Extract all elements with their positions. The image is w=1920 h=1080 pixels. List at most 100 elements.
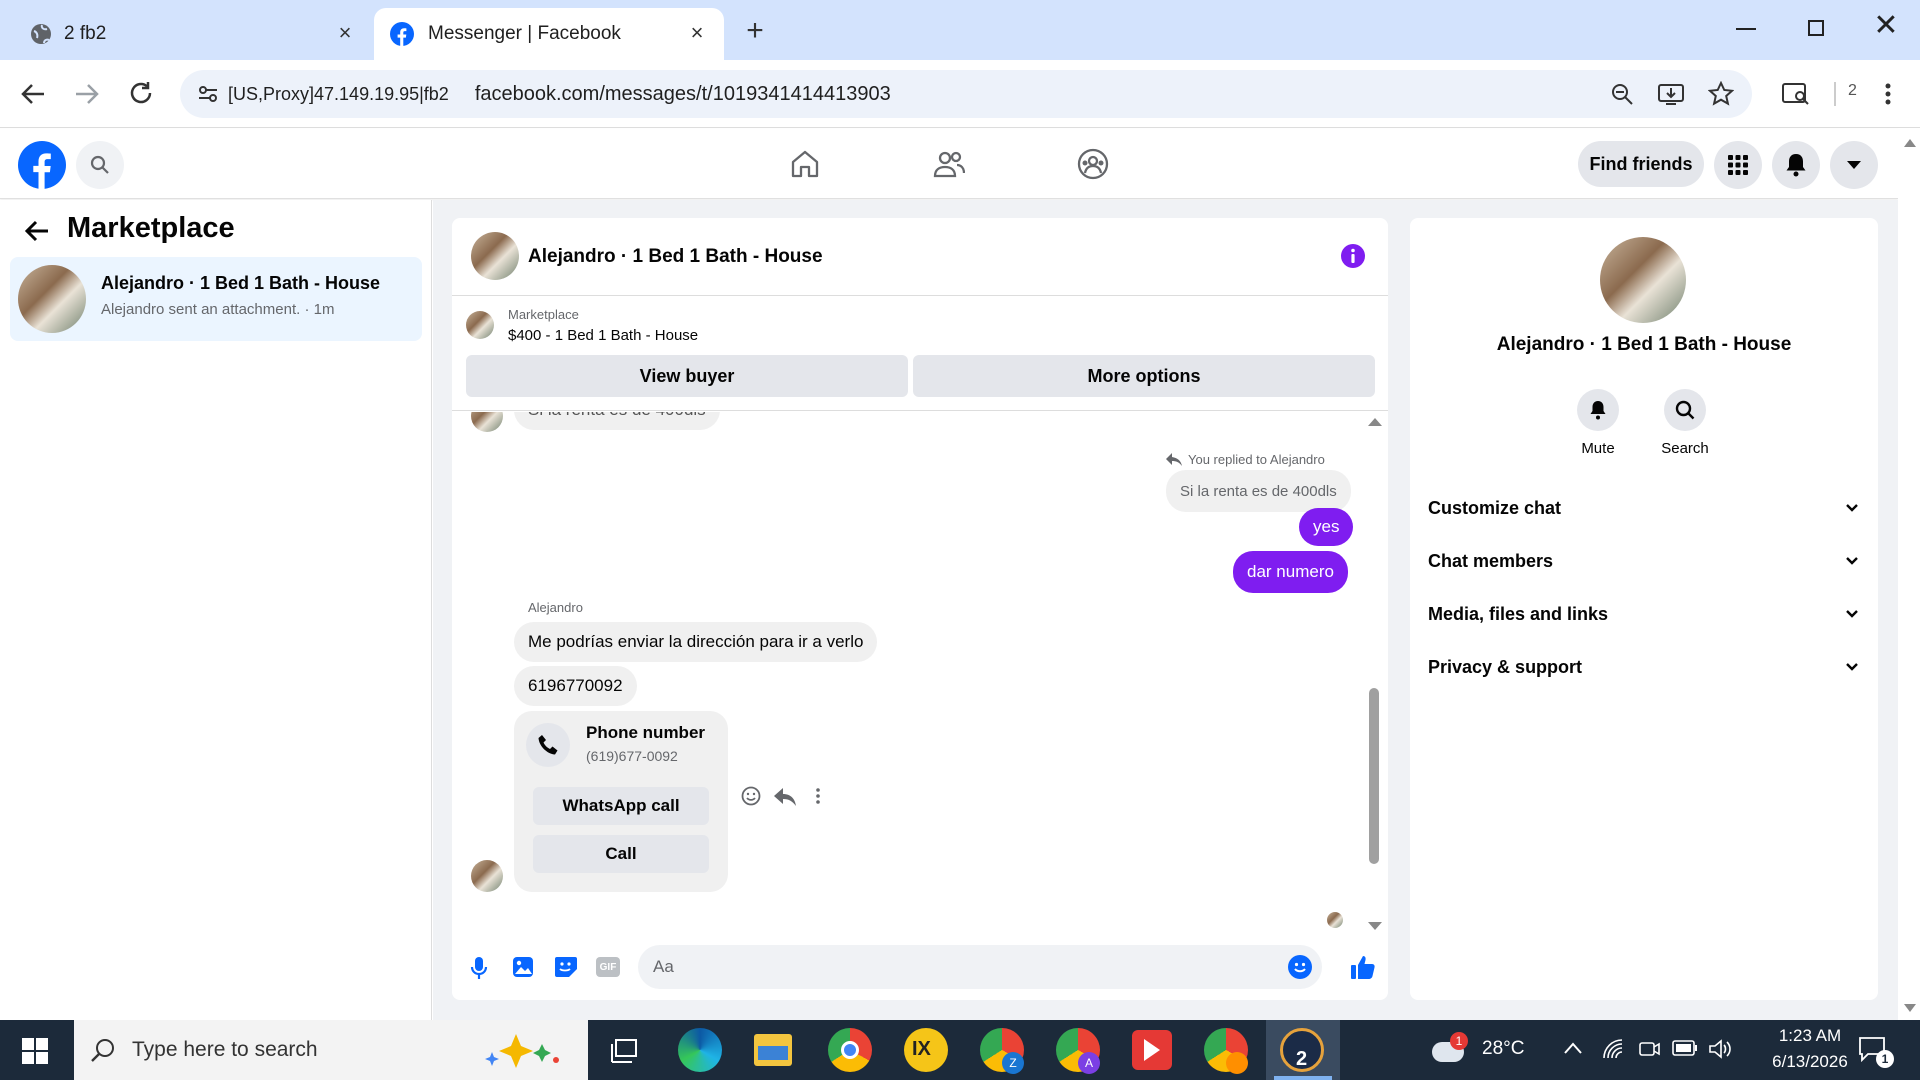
windows-start-icon[interactable]: [22, 1038, 48, 1064]
install-app-icon[interactable]: [1658, 82, 1684, 106]
battery-icon[interactable]: [1672, 1040, 1698, 1056]
zoom-icon[interactable]: [1610, 82, 1634, 106]
app-red-arrow-icon[interactable]: [1132, 1030, 1172, 1070]
profile-avatar[interactable]: [1600, 237, 1686, 323]
like-thumb-icon[interactable]: [1350, 954, 1376, 980]
notification-center-icon[interactable]: 1: [1858, 1036, 1894, 1068]
message-bubble[interactable]: Si la renta es de 400dls: [514, 412, 720, 430]
info-icon[interactable]: [1341, 244, 1365, 268]
account-menu-button[interactable]: [1830, 141, 1878, 189]
chat-title[interactable]: Alejandro · 1 Bed 1 Bath - House: [528, 246, 823, 268]
chat-avatar[interactable]: [471, 232, 519, 280]
reload-icon[interactable]: [128, 80, 154, 106]
new-tab-icon[interactable]: +: [740, 16, 770, 46]
thread-scrollbar[interactable]: [1366, 414, 1382, 934]
reply-arrow-icon: [1166, 452, 1182, 466]
minimize-icon[interactable]: [1736, 28, 1756, 30]
window-close-icon[interactable]: ✕: [1872, 11, 1900, 41]
wifi-icon[interactable]: [1602, 1038, 1624, 1060]
forward-icon[interactable]: [74, 82, 100, 106]
tab-2-fb2[interactable]: 2 fb2 ×: [14, 8, 372, 60]
sticker-icon[interactable]: [554, 956, 578, 978]
restore-icon[interactable]: [1808, 20, 1824, 36]
chevron-down-icon: [1846, 557, 1858, 565]
gif-icon[interactable]: GIF: [596, 957, 620, 977]
address-bar[interactable]: [US,Proxy]47.149.19.95|fb2 facebook.com/…: [180, 70, 1752, 118]
weather-icon[interactable]: 1: [1432, 1032, 1470, 1066]
file-explorer-icon[interactable]: [754, 1034, 792, 1066]
notifications-button[interactable]: [1772, 141, 1820, 189]
active-app-button[interactable]: 2: [1266, 1020, 1340, 1080]
sent-message[interactable]: dar numero: [1233, 551, 1348, 593]
profile-count[interactable]: 2: [1848, 82, 1857, 100]
chevron-up-icon[interactable]: [1564, 1042, 1582, 1054]
fb-search-button[interactable]: [76, 141, 124, 189]
chrome-profile-z-icon[interactable]: Z: [980, 1028, 1024, 1074]
facebook-logo[interactable]: [18, 141, 66, 189]
scrollbar-thumb[interactable]: [1369, 688, 1379, 864]
message-input[interactable]: Aa: [638, 945, 1322, 989]
mute-button[interactable]: [1577, 389, 1619, 431]
friends-nav-icon[interactable]: [933, 149, 965, 179]
media-files-section[interactable]: Media, files and links: [1428, 594, 1858, 634]
chevron-down-icon: [1846, 610, 1858, 618]
copilot-sparkle-icon: [480, 1030, 570, 1070]
url-text[interactable]: facebook.com/messages/t/1019341414413903: [475, 83, 891, 106]
replied-quote[interactable]: Si la renta es de 400dls: [1166, 470, 1351, 512]
search-in-chat-button[interactable]: [1664, 389, 1706, 431]
more-actions-icon[interactable]: [816, 788, 820, 804]
clock-date[interactable]: 6/13/2026: [1752, 1052, 1868, 1072]
received-message[interactable]: Me podrías enviar la dirección para ir a…: [514, 622, 878, 662]
received-message[interactable]: 6196770092: [514, 666, 637, 706]
tab-search-icon[interactable]: [1782, 82, 1810, 106]
tab-messenger[interactable]: Messenger | Facebook ×: [374, 8, 724, 60]
chrome-icon[interactable]: [828, 1028, 872, 1072]
toolbar-divider: [1834, 82, 1836, 106]
windows-taskbar: Type here to search IX Z A 2 1 28°C 1:23…: [0, 1020, 1920, 1080]
home-nav-icon[interactable]: [790, 149, 820, 179]
reply-icon[interactable]: [774, 788, 796, 806]
close-tab-icon[interactable]: ×: [334, 22, 356, 44]
groups-nav-icon[interactable]: [1077, 148, 1109, 180]
volume-icon[interactable]: [1708, 1038, 1732, 1060]
whatsapp-call-button[interactable]: WhatsApp call: [533, 787, 709, 825]
back-arrow-icon[interactable]: [24, 220, 50, 242]
app-ix-icon[interactable]: IX: [904, 1028, 948, 1072]
profile-name[interactable]: Alejandro · 1 Bed 1 Bath - House: [1410, 334, 1878, 356]
search-icon: [1675, 400, 1695, 420]
menu-grid-button[interactable]: [1714, 141, 1762, 189]
more-options-button[interactable]: More options: [913, 355, 1375, 397]
site-info-icon[interactable]: [196, 82, 220, 106]
page-scrollbar[interactable]: [1898, 129, 1920, 1020]
sent-message[interactable]: yes: [1299, 508, 1354, 546]
phone-number-card: Phone number (619)677-0092 WhatsApp call…: [514, 711, 728, 892]
task-view-icon[interactable]: [610, 1038, 638, 1064]
listing-source: Marketplace: [508, 307, 579, 322]
call-button[interactable]: Call: [533, 835, 709, 873]
sender-avatar: [471, 860, 503, 892]
close-tab-icon[interactable]: ×: [686, 22, 708, 44]
chat-members-section[interactable]: Chat members: [1428, 541, 1858, 581]
taskbar-search-box[interactable]: Type here to search: [74, 1020, 588, 1080]
bookmark-star-icon[interactable]: [1708, 81, 1734, 107]
find-friends-button[interactable]: Find friends: [1578, 141, 1704, 187]
edge-browser-icon[interactable]: [678, 1028, 722, 1072]
conversation-preview: Alejandro sent an attachment. · 1m: [101, 301, 335, 318]
conversation-item[interactable]: Alejandro · 1 Bed 1 Bath - House Alejand…: [10, 257, 422, 341]
photo-icon[interactable]: [512, 956, 534, 978]
tab-title: Messenger | Facebook: [428, 23, 621, 44]
microphone-icon[interactable]: [470, 956, 488, 980]
mute-label: Mute: [1581, 440, 1615, 457]
listing-title[interactable]: $400 - 1 Bed 1 Bath - House: [508, 327, 698, 344]
emoji-icon[interactable]: [1288, 955, 1312, 979]
react-emoji-icon[interactable]: [741, 786, 761, 806]
meet-now-icon[interactable]: [1638, 1038, 1660, 1060]
chrome-profile-orange-icon[interactable]: [1204, 1028, 1248, 1074]
kebab-menu-icon[interactable]: [1884, 82, 1892, 106]
customize-chat-section[interactable]: Customize chat: [1428, 488, 1858, 528]
clock-time[interactable]: 1:23 AM: [1752, 1026, 1868, 1046]
view-buyer-button[interactable]: View buyer: [466, 355, 908, 397]
back-icon[interactable]: [20, 82, 46, 106]
privacy-support-section[interactable]: Privacy & support: [1428, 647, 1858, 687]
chrome-profile-a-icon[interactable]: A: [1056, 1028, 1100, 1074]
